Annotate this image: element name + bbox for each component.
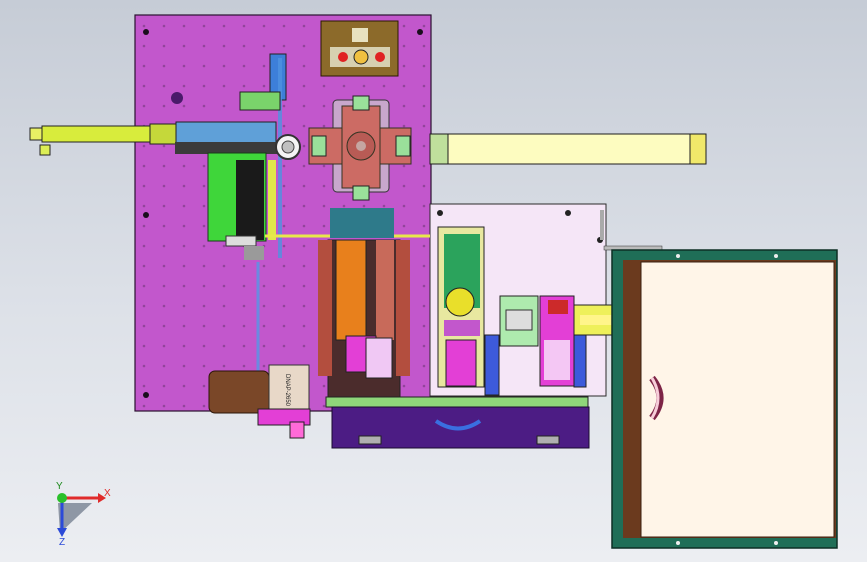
axis-y-label: Y (56, 481, 63, 492)
material-tray[interactable] (611, 249, 838, 549)
front-purple-box[interactable] (331, 406, 590, 449)
right-guide-rail[interactable] (429, 133, 707, 165)
coordinate-triad: X Y Z (56, 481, 111, 548)
top-label-plate[interactable] (320, 20, 399, 77)
bottom-rail[interactable] (325, 396, 589, 408)
axis-z-label: Z (59, 537, 65, 548)
axis-x-label: X (104, 488, 111, 499)
motor-label: DNAP-2650 (284, 374, 290, 407)
servo-motor[interactable]: DNAP-2650 (208, 364, 311, 439)
assembly-drawing[interactable]: DNAP-2650 X Y Z (0, 0, 867, 562)
cad-viewport[interactable]: DNAP-2650 X Y Z (0, 0, 867, 562)
